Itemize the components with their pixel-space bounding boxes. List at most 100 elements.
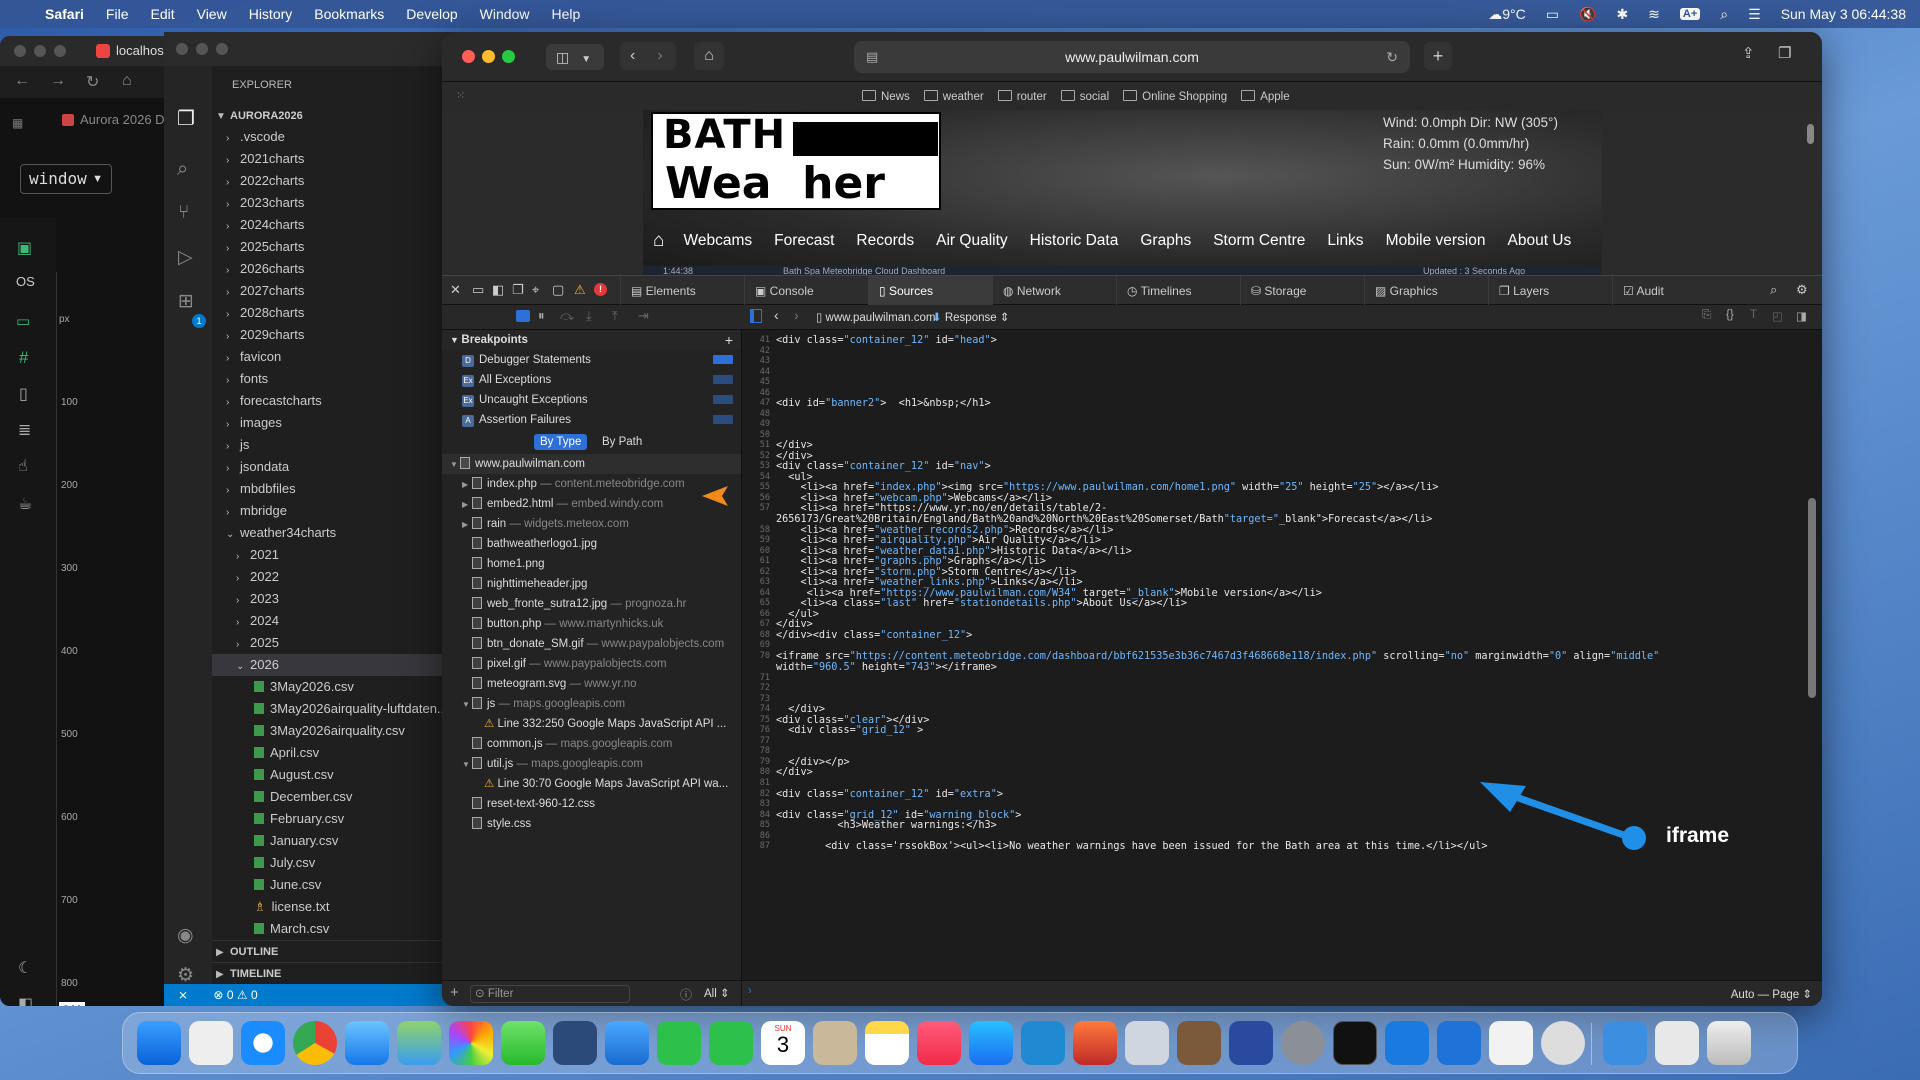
- menu-help[interactable]: Help: [540, 6, 591, 22]
- file-item[interactable]: March.csv: [212, 918, 464, 940]
- folder-item-open[interactable]: ⌄ weather34charts: [212, 522, 464, 544]
- system-settings-icon[interactable]: [1281, 1021, 1325, 1065]
- resource-item[interactable]: ▼ www.paulwilman.com: [442, 454, 741, 474]
- extensions-icon[interactable]: ⊞: [178, 290, 194, 313]
- page-scrollbar[interactable]: [1807, 124, 1814, 144]
- nav-records[interactable]: Records: [845, 232, 925, 250]
- problems-status[interactable]: ⊗ 0 ⚠ 0: [213, 988, 257, 1002]
- folder-item[interactable]: › .vscode: [212, 126, 464, 148]
- pause-icon[interactable]: ⏸: [538, 308, 545, 324]
- dock-bottom-icon[interactable]: ▭: [472, 282, 484, 298]
- source-mode-select[interactable]: ⬇ Response ⇕: [932, 310, 1009, 324]
- folder-item[interactable]: › 2024: [212, 610, 464, 632]
- control-center-icon[interactable]: ☰: [1748, 6, 1761, 23]
- vscode-icon[interactable]: [1021, 1021, 1065, 1065]
- tab-elements[interactable]: ▤ Elements: [620, 276, 744, 306]
- resource-item[interactable]: ▶ rain — widgets.meteox.com: [442, 514, 741, 534]
- resource-item[interactable]: bathweatherlogo1.jpg: [442, 534, 741, 554]
- breakpoint-flag[interactable]: [713, 395, 733, 404]
- file-item[interactable]: January.csv: [212, 830, 464, 852]
- folder-item[interactable]: › 2027charts: [212, 280, 464, 302]
- step-into-icon[interactable]: ⤓: [586, 308, 592, 324]
- disk-utility-icon[interactable]: [1541, 1021, 1585, 1065]
- favorite-folder-shopping[interactable]: Online Shopping: [1123, 90, 1227, 103]
- system-utility-icon[interactable]: [1125, 1021, 1169, 1065]
- weather-app-icon[interactable]: [605, 1021, 649, 1065]
- safari-icon[interactable]: [241, 1021, 285, 1065]
- file-item[interactable]: 3May2026airquality-luftdaten...: [212, 698, 464, 720]
- resource-item[interactable]: ▼ util.js — maps.googleapis.com: [442, 754, 741, 774]
- tab-title[interactable]: localhos: [116, 43, 164, 58]
- weather-status[interactable]: ☁9°C: [1488, 6, 1526, 23]
- text-editor-icon[interactable]: [1489, 1021, 1533, 1065]
- tab-layers[interactable]: ❐ Layers: [1488, 276, 1612, 306]
- add-breakpoint-icon[interactable]: +: [725, 330, 733, 350]
- back-icon[interactable]: ‹: [774, 307, 779, 323]
- page-menu-icon[interactable]: ▤: [866, 41, 878, 73]
- menu-app-name[interactable]: Safari: [34, 6, 95, 22]
- resource-item[interactable]: style.css: [442, 814, 741, 834]
- timeline-section[interactable]: ▶ TIMELINE: [212, 962, 464, 984]
- menu-bookmarks[interactable]: Bookmarks: [303, 6, 395, 22]
- launchpad-icon[interactable]: [189, 1021, 233, 1065]
- tab-console[interactable]: ▣ Console: [744, 276, 868, 306]
- folder-item[interactable]: › 2023charts: [212, 192, 464, 214]
- resource-warning-item[interactable]: ⚠ Line 30:70 Google Maps JavaScript API …: [442, 774, 741, 794]
- search-icon[interactable]: ⌕: [177, 158, 188, 181]
- folder-item[interactable]: › mbdbfiles: [212, 478, 464, 500]
- folder-item[interactable]: › fonts: [212, 368, 464, 390]
- dashboard-icon[interactable]: ▣: [17, 238, 32, 258]
- folder-item[interactable]: › 2028charts: [212, 302, 464, 324]
- inspect-icon[interactable]: ⌖: [532, 282, 539, 298]
- terminal-icon[interactable]: [1333, 1021, 1377, 1065]
- address-bar[interactable]: ▤ www.paulwilman.com ↻: [854, 41, 1410, 73]
- window-zoom-button[interactable]: [54, 45, 66, 57]
- swift-playgrounds-icon[interactable]: [1073, 1021, 1117, 1065]
- group-by-type[interactable]: By Type: [534, 434, 588, 450]
- menu-history[interactable]: History: [238, 6, 304, 22]
- resource-item[interactable]: nighttimeheader.jpg: [442, 574, 741, 594]
- folder-item[interactable]: › images: [212, 412, 464, 434]
- breakpoints-toggle-icon[interactable]: [516, 310, 530, 322]
- clock[interactable]: Sun May 3 06:44:38: [1781, 6, 1906, 22]
- file-item[interactable]: July.csv: [212, 852, 464, 874]
- step-over-icon[interactable]: ⤼: [560, 308, 574, 324]
- utility-app-icon[interactable]: [553, 1021, 597, 1065]
- back-button[interactable]: ‹: [630, 47, 635, 64]
- spotlight-icon[interactable]: ⌕: [1720, 6, 1728, 23]
- account-icon[interactable]: ◉: [177, 924, 194, 947]
- tab-audit[interactable]: ☑ Audit: [1612, 276, 1736, 306]
- explorer-icon[interactable]: ❐: [177, 106, 195, 131]
- window-zoom-button[interactable]: [216, 43, 228, 55]
- file-item[interactable]: April.csv: [212, 742, 464, 764]
- file-item[interactable]: August.csv: [212, 764, 464, 786]
- folder-item[interactable]: › 2029charts: [212, 324, 464, 346]
- breakpoints-header[interactable]: ▼ Breakpoints +: [442, 330, 741, 350]
- tab-sources[interactable]: ▯ Sources: [868, 276, 992, 306]
- tab-overview-icon[interactable]: ❐: [1778, 44, 1791, 62]
- window-close-button[interactable]: [462, 50, 475, 63]
- workspace-root[interactable]: ▼ AURORA2026: [212, 104, 464, 126]
- favorite-folder-apple[interactable]: Apple: [1241, 90, 1289, 103]
- forward-button[interactable]: ›: [657, 47, 662, 64]
- touch-icon[interactable]: ☝: [18, 456, 28, 476]
- nav-links[interactable]: Links: [1316, 232, 1374, 250]
- pretty-print-icon[interactable]: {}: [1726, 309, 1734, 321]
- device-icon[interactable]: ▢: [552, 282, 564, 298]
- folder-item[interactable]: › favicon: [212, 346, 464, 368]
- file-item[interactable]: 3May2026airquality.csv: [212, 720, 464, 742]
- favorite-folder-weather[interactable]: weather: [924, 90, 984, 103]
- moon-icon[interactable]: ☾: [18, 958, 32, 978]
- home-button[interactable]: ⌂: [694, 42, 724, 70]
- menu-file[interactable]: File: [95, 6, 140, 22]
- filter-input[interactable]: ⊙ Filter: [470, 985, 630, 1003]
- window-minimize-button[interactable]: [482, 50, 495, 63]
- chrome-icon[interactable]: [293, 1021, 337, 1065]
- context-select[interactable]: Auto — Page ⇕: [1731, 987, 1812, 1001]
- folder-item[interactable]: › 2026charts: [212, 258, 464, 280]
- breakpoint-assertion-failures[interactable]: A Assertion Failures: [442, 410, 741, 430]
- reload-icon[interactable]: ↻: [1386, 41, 1398, 73]
- mute-icon[interactable]: 🔇: [1579, 6, 1596, 23]
- resource-item[interactable]: meteogram.svg — www.yr.no: [442, 674, 741, 694]
- tab-network[interactable]: ◍ Network: [992, 276, 1116, 306]
